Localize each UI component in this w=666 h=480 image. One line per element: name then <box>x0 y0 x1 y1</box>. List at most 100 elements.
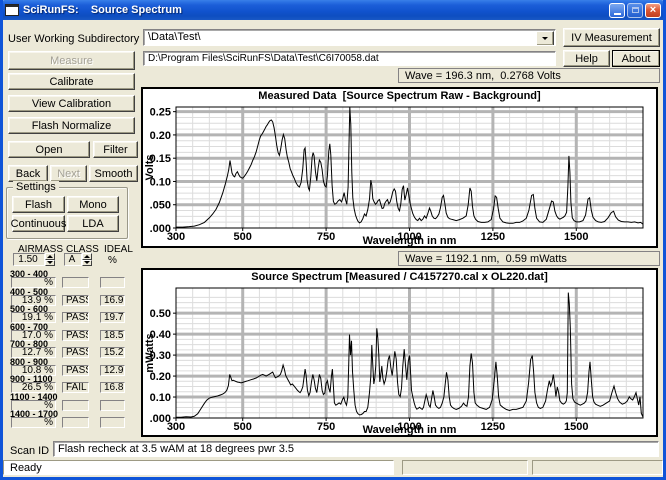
smooth-button[interactable]: Smooth <box>89 165 138 182</box>
window-title: SciRunFS: Source Spectrum <box>23 4 182 16</box>
app-window: SciRunFS: Source Spectrum × User Working… <box>0 0 666 480</box>
close-button[interactable]: × <box>645 3 661 18</box>
window-body: User Working Subdirectory : \Data\Test\ … <box>3 20 663 477</box>
flash-button[interactable]: Flash <box>12 196 65 213</box>
svg-text:1500: 1500 <box>564 231 588 243</box>
dropdown-arrow-icon[interactable] <box>536 31 554 46</box>
measured-data-chart-title: Measured Data [Source Spectrum Raw - Bac… <box>143 90 656 102</box>
airmass-class-field: PASS <box>62 347 89 358</box>
airmass-class-field <box>62 277 89 288</box>
measured-data-chart[interactable]: 300500750100012501500.000.0500.100.150.2… <box>143 89 656 246</box>
scan-id-label: Scan ID <box>10 445 49 457</box>
wave-readout-bottom: Wave = 1192.1 nm, 0.59 mWatts <box>398 251 660 266</box>
airmass-row: 400 - 50013.9 %PASS16.9 <box>8 288 140 306</box>
ideal-header: IDEAL <box>104 244 133 255</box>
svg-text:500: 500 <box>234 231 252 243</box>
window-controls: × <box>609 3 666 18</box>
svg-text:1250: 1250 <box>481 421 505 433</box>
svg-text:750: 750 <box>317 421 335 433</box>
source-spectrum-chart[interactable]: 300500750100012501500.0000.100.200.300.4… <box>143 270 656 435</box>
ideal-unit-label: % <box>108 255 117 266</box>
maximize-icon <box>632 7 639 13</box>
title-bar: SciRunFS: Source Spectrum × <box>0 0 666 20</box>
calibrate-button[interactable]: Calibrate <box>8 73 135 90</box>
minimize-icon <box>614 13 621 15</box>
airmass-row: 500 - 60019.1 %PASS19.7 <box>8 305 140 323</box>
airmass-class-field: PASS <box>62 330 89 341</box>
working-dir-value: \Data\Test\ <box>148 31 201 43</box>
close-icon: × <box>650 5 656 16</box>
lda-button[interactable]: LDA <box>67 215 119 232</box>
airmass-ideal-field: 16.8 <box>100 382 125 393</box>
airmass-class-field: PASS <box>62 295 89 306</box>
status-panel-2 <box>402 460 528 475</box>
back-button[interactable]: Back <box>8 165 48 182</box>
airmass-row: 900 - 110026.5 %FAIL16.8 <box>8 375 140 393</box>
flash-normalize-button[interactable]: Flash Normalize <box>8 117 135 134</box>
airmass-spinner[interactable] <box>45 253 55 266</box>
app-icon <box>5 4 19 16</box>
airmass-rows: 300 - 400%400 - 50013.9 %PASS16.9500 - 6… <box>8 270 140 428</box>
next-button[interactable]: Next <box>50 165 87 182</box>
minimize-button[interactable] <box>609 3 625 18</box>
class-spinner[interactable] <box>82 253 92 266</box>
svg-text:.000: .000 <box>150 413 171 425</box>
airmass-ideal-field <box>100 417 125 428</box>
maximize-button[interactable] <box>627 3 643 18</box>
status-bar: Ready <box>3 458 663 477</box>
airmass-row: 800 - 90010.8 %PASS12.9 <box>8 358 140 376</box>
scan-id-input[interactable]: Flash recheck at 3.5 wAM at 18 degrees p… <box>53 441 659 457</box>
mono-button[interactable]: Mono <box>67 196 119 213</box>
airmass-ideal-field <box>100 400 125 411</box>
airmass-row: 300 - 400% <box>8 270 140 288</box>
working-dir-label: User Working Subdirectory : <box>8 33 145 45</box>
airmass-ideal-field: 18.5 <box>100 330 125 341</box>
down-triangle-icon <box>542 37 548 40</box>
svg-text:750: 750 <box>317 231 335 243</box>
help-button[interactable]: Help <box>563 50 610 67</box>
continuous-button[interactable]: Continuous <box>12 215 65 232</box>
airmass-ideal-field: 12.9 <box>100 365 125 376</box>
airmass-row: 700 - 80012.7 %PASS15.2 <box>8 340 140 358</box>
spinner-down-icon[interactable] <box>82 260 92 267</box>
svg-text:1250: 1250 <box>481 231 505 243</box>
settings-group-label: Settings <box>13 181 59 193</box>
class-value-field[interactable]: A <box>64 253 82 266</box>
svg-text:.050: .050 <box>150 200 171 212</box>
svg-text:Wavelength in nm: Wavelength in nm <box>363 424 457 435</box>
airmass-ideal-field <box>100 277 125 288</box>
airmass-row: 1100 - 1400% <box>8 393 140 411</box>
svg-text:0.10: 0.10 <box>150 392 171 404</box>
wave-readout-top: Wave = 196.3 nm, 0.2768 Volts <box>398 68 660 83</box>
airmass-class-field <box>62 417 89 428</box>
file-path-display: D:\Program Files\SciRunFS\Data\Test\C6I7… <box>143 51 556 66</box>
airmass-row: 600 - 70017.0 %PASS18.5 <box>8 323 140 341</box>
airmass-row: 1400 - 1700% <box>8 410 140 428</box>
open-button[interactable]: Open <box>8 141 90 158</box>
svg-text:0.25: 0.25 <box>150 107 171 119</box>
svg-text:Wavelength in nm: Wavelength in nm <box>363 235 457 246</box>
airmass-class-field: PASS <box>62 365 89 376</box>
measure-button[interactable]: Measure <box>8 51 135 70</box>
measured-data-chart-frame: Measured Data [Source Spectrum Raw - Bac… <box>141 87 658 248</box>
svg-text:Volts: Volts <box>144 154 156 180</box>
svg-text:mWatts: mWatts <box>144 333 156 372</box>
airmass-ideal-field: 16.9 <box>100 295 125 306</box>
filter-button[interactable]: Filter <box>93 141 138 158</box>
svg-text:1500: 1500 <box>564 421 588 433</box>
source-spectrum-chart-frame: Source Spectrum [Measured / C4157270.cal… <box>141 268 658 437</box>
airmass-value-field[interactable]: 1.50 <box>13 253 45 266</box>
status-panel-3 <box>532 460 663 475</box>
airmass-panel: AIRMASS CLASS IDEAL 1.50 A % 300 - 400%4… <box>8 244 140 449</box>
status-ready-panel: Ready <box>3 460 394 475</box>
airmass-class-field <box>62 400 89 411</box>
airmass-percent-field: % <box>11 417 56 428</box>
working-dir-combobox[interactable]: \Data\Test\ <box>143 29 556 46</box>
iv-measurement-button[interactable]: IV Measurement <box>563 28 660 47</box>
spinner-down-icon[interactable] <box>45 260 55 267</box>
svg-text:0.50: 0.50 <box>150 308 171 320</box>
svg-text:0.20: 0.20 <box>150 130 171 142</box>
view-calibration-button[interactable]: View Calibration <box>8 95 135 112</box>
about-button[interactable]: About <box>612 50 660 67</box>
airmass-ideal-field: 19.7 <box>100 312 125 323</box>
